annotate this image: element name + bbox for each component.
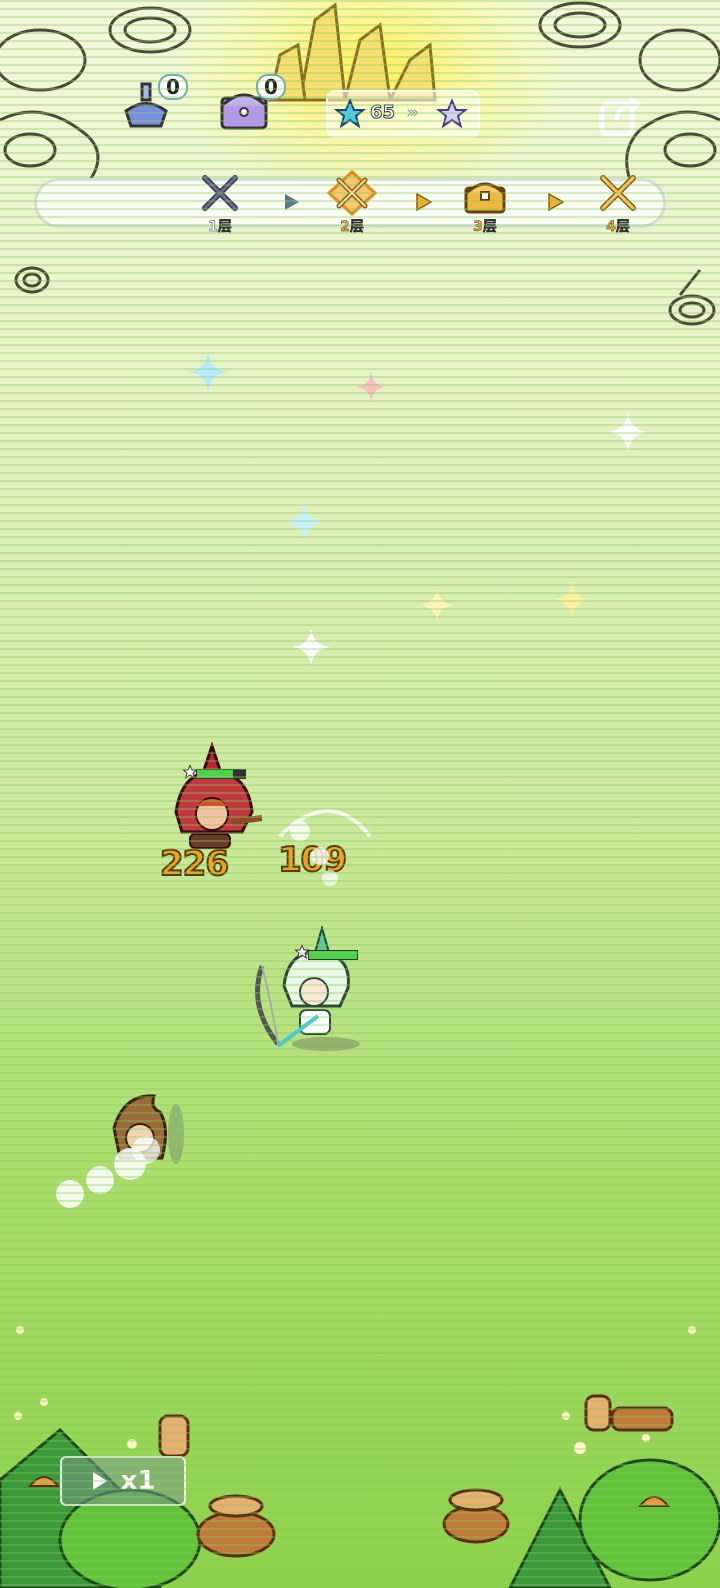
- damage-number: 226: [159, 843, 230, 885]
- stage-4[interactable]: 4层: [588, 170, 648, 240]
- hero-health-bar: [308, 950, 358, 960]
- stage-arrow-1: [285, 194, 299, 210]
- crossed-swords-icon: [600, 175, 636, 211]
- star-value: 65: [369, 102, 396, 124]
- next-star-icon: [436, 98, 468, 129]
- stage-4-label: 4层: [606, 219, 630, 236]
- crossed-swords-icon: [202, 175, 238, 211]
- play-icon: [92, 1472, 107, 1490]
- chevron-right-icon: ›››: [406, 102, 419, 123]
- star-rating-panel: 65 ›››: [326, 90, 480, 138]
- stage-3-label: 3层: [473, 219, 497, 236]
- sparkle-icon: [188, 352, 228, 392]
- sparkle-icon: [420, 588, 454, 622]
- forest-scenery: [0, 1326, 720, 1588]
- log-decoration-right: [668, 269, 716, 326]
- sparkle-icon: [608, 412, 648, 452]
- chest-count: 0: [256, 74, 286, 100]
- sparkle-icon: [292, 628, 330, 666]
- speed-label: x1: [120, 1466, 156, 1496]
- stage-2-label: 2层: [340, 219, 364, 236]
- potion-count: 0: [158, 74, 188, 100]
- sparkle-icon: [554, 582, 590, 618]
- crossed-swords-icon: [326, 169, 378, 217]
- share-icon[interactable]: [596, 90, 646, 140]
- slash-effect: [278, 809, 372, 886]
- sparkle-icon: [356, 372, 386, 402]
- stage-1-label: 1层: [208, 219, 232, 236]
- star-icon: [334, 98, 366, 129]
- chest-counter[interactable]: 0: [214, 74, 286, 138]
- stage-2[interactable]: 2层: [322, 169, 382, 240]
- sparkle-icon: [284, 502, 324, 542]
- log-decoration-left: [14, 266, 50, 294]
- stage-1[interactable]: 1层: [190, 170, 250, 240]
- treasure-chest-icon: [464, 182, 506, 214]
- hero-archer-character: [255, 926, 360, 1051]
- speed-toggle-button[interactable]: x1: [60, 1456, 186, 1506]
- stage-arrow-2: [416, 192, 433, 212]
- enemy-health-bar: [196, 769, 246, 779]
- dust-trail: [56, 1136, 160, 1208]
- stage-3[interactable]: 3层: [455, 170, 515, 240]
- potion-counter[interactable]: 0: [116, 74, 188, 138]
- stage-arrow-3: [548, 192, 565, 212]
